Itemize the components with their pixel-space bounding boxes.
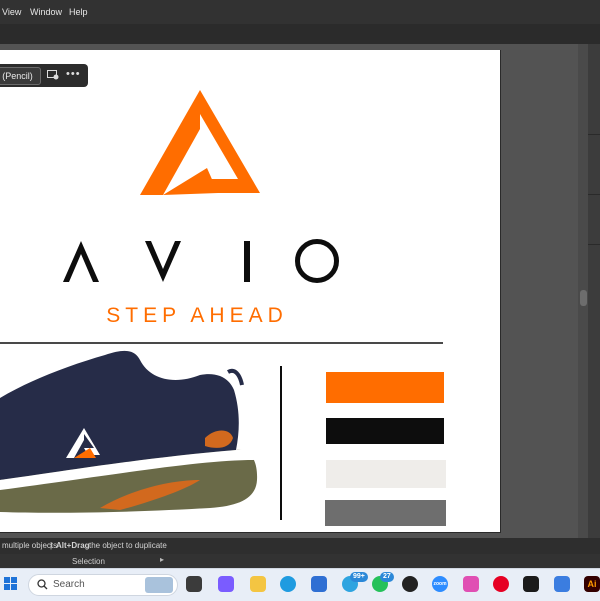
more-horizontal-icon[interactable]: ••• <box>66 68 81 80</box>
illustrator-icon[interactable]: Ai <box>584 576 600 592</box>
status-bar: multiple objects | Alt+Drag the object t… <box>0 538 600 554</box>
task-view-icon[interactable] <box>186 576 202 592</box>
tool-mode-button[interactable]: (Pencil) <box>0 67 41 85</box>
taskbar-search-box[interactable]: Search <box>28 574 178 596</box>
swatch-orange[interactable] <box>326 372 444 403</box>
swatch-off-white[interactable] <box>326 460 446 488</box>
status-hint-text: the object to duplicate <box>89 541 167 550</box>
whatsapp-badge: 27 <box>380 572 394 582</box>
photos-icon[interactable] <box>463 576 479 592</box>
windows-start-icon[interactable] <box>4 577 18 591</box>
scrollbar-thumb[interactable] <box>580 290 587 306</box>
chatgpt-icon[interactable] <box>402 576 418 592</box>
contextual-task-bar: (Pencil) ••• <box>0 64 88 87</box>
telegram-badge: 99+ <box>350 572 368 582</box>
menu-help[interactable]: Help <box>69 7 88 17</box>
artboard-artwork: STEP AHEAD <box>0 90 446 526</box>
microsoft-store-icon[interactable] <box>311 576 327 592</box>
artboard[interactable]: STEP AHEAD <box>0 50 501 533</box>
tab-bar <box>0 24 600 44</box>
shoe-illustration <box>0 350 258 513</box>
menu-window[interactable]: Window <box>30 7 62 17</box>
image-viewer-icon[interactable] <box>554 576 570 592</box>
status-hint-objects: multiple objects <box>2 541 58 550</box>
telegram-icon[interactable]: 99+ <box>342 572 368 592</box>
whatsapp-icon[interactable]: 27 <box>372 572 394 592</box>
recolor-artwork-icon[interactable] <box>47 70 59 80</box>
brand-tagline: STEP AHEAD <box>106 304 288 327</box>
vertical-scrollbar[interactable] <box>578 44 588 538</box>
search-icon <box>37 579 48 590</box>
brand-wordmark <box>63 239 339 283</box>
file-explorer-icon[interactable] <box>250 576 266 592</box>
tool-menu-arrow-icon[interactable]: ▸ <box>160 555 164 564</box>
search-placeholder: Search <box>53 579 85 590</box>
pinterest-icon[interactable] <box>493 576 509 592</box>
brand-logo-mark <box>140 90 260 195</box>
menu-view[interactable]: View <box>2 7 21 17</box>
edge-browser-icon[interactable] <box>280 576 296 592</box>
zoom-icon[interactable]: zoom <box>432 576 448 592</box>
selection-bar: Selection ▸ <box>0 554 600 568</box>
copilot-icon[interactable] <box>218 576 234 592</box>
properties-panel-edge <box>588 44 600 538</box>
current-tool-label: Selection <box>72 557 105 566</box>
windows-taskbar: Search 99+ 27 zoom Ai <box>0 568 600 601</box>
menu-bar: View Window Help <box>0 0 600 24</box>
status-separator: | <box>50 541 53 550</box>
search-highlight-image <box>145 577 173 593</box>
status-hint-key: Alt+Drag <box>56 541 90 550</box>
play-store-icon[interactable] <box>523 576 539 592</box>
swatch-gray[interactable] <box>325 500 446 526</box>
swatch-black[interactable] <box>326 418 444 444</box>
